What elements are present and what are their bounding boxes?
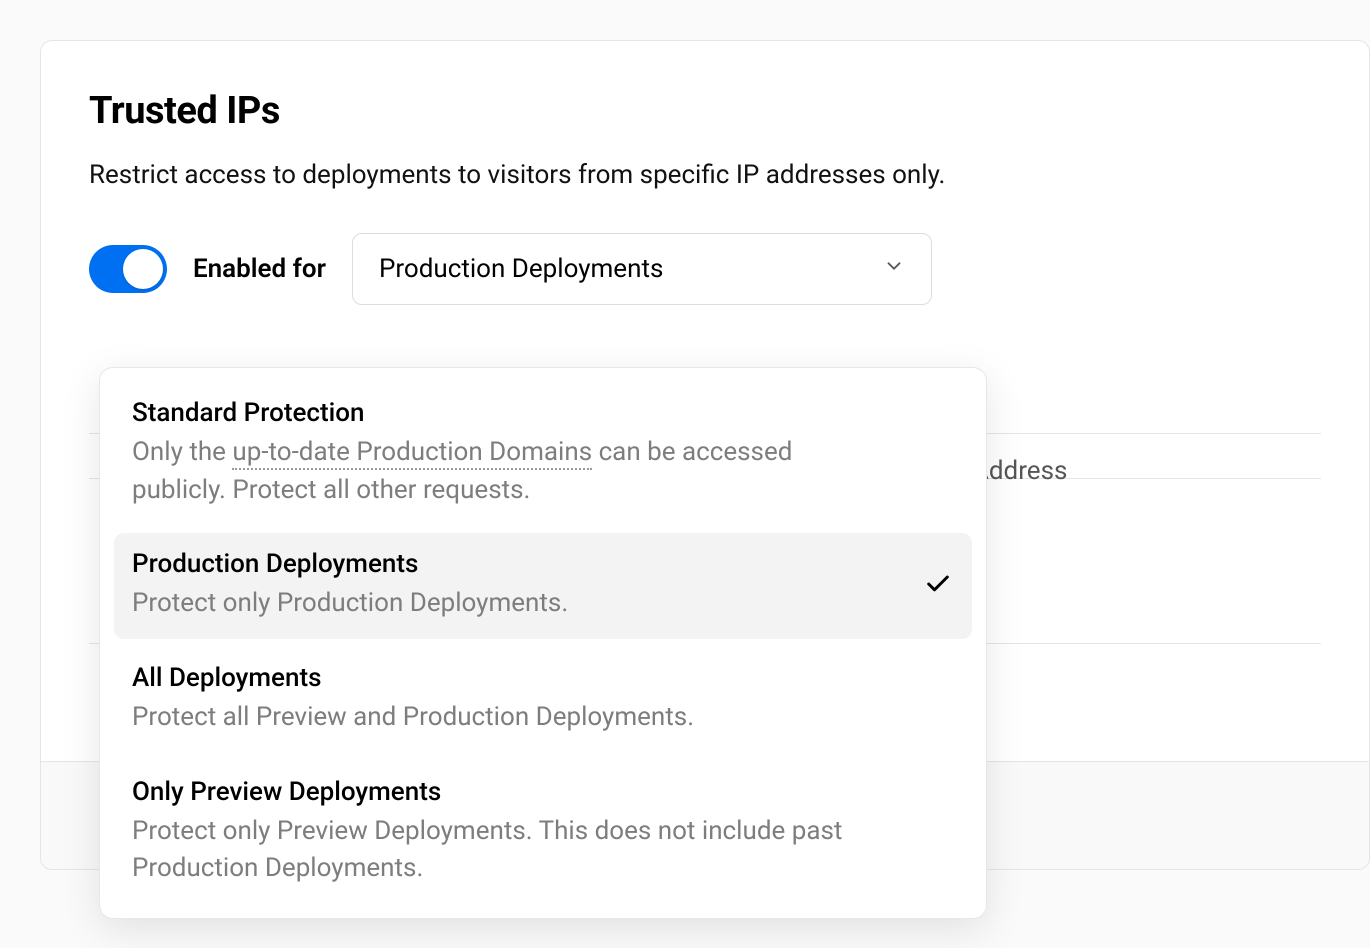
deployment-select[interactable]: Production Deployments bbox=[352, 233, 932, 305]
option-description: Protect only Preview Deployments. This d… bbox=[132, 813, 892, 888]
chevron-down-icon bbox=[883, 254, 905, 284]
option-only-preview-deployments[interactable]: Only Preview Deployments Protect only Pr… bbox=[114, 761, 972, 904]
enable-row: Enabled for Production Deployments bbox=[89, 233, 1321, 305]
option-title: Production Deployments bbox=[132, 549, 954, 579]
option-description: Only the up-to-date Production Domains c… bbox=[132, 434, 892, 509]
select-value: Production Deployments bbox=[379, 254, 663, 284]
page-title: Trusted IPs bbox=[89, 89, 1321, 133]
option-standard-protection[interactable]: Standard Protection Only the up-to-date … bbox=[114, 382, 972, 525]
option-title: All Deployments bbox=[132, 663, 954, 693]
trusted-ips-card: Trusted IPs Restrict access to deploymen… bbox=[40, 40, 1370, 870]
check-icon bbox=[924, 570, 952, 602]
enable-toggle[interactable] bbox=[89, 245, 167, 293]
page-description: Restrict access to deployments to visito… bbox=[89, 157, 1321, 193]
deployment-dropdown: Standard Protection Only the up-to-date … bbox=[99, 367, 987, 919]
toggle-knob bbox=[123, 249, 163, 289]
option-description: Protect only Production Deployments. bbox=[132, 585, 892, 623]
option-title: Standard Protection bbox=[132, 398, 954, 428]
option-title: Only Preview Deployments bbox=[132, 777, 954, 807]
option-production-deployments[interactable]: Production Deployments Protect only Prod… bbox=[114, 533, 972, 639]
option-description: Protect all Preview and Production Deplo… bbox=[132, 699, 892, 737]
link-production-domains[interactable]: up-to-date Production Domains bbox=[232, 437, 592, 470]
option-all-deployments[interactable]: All Deployments Protect all Preview and … bbox=[114, 647, 972, 753]
enable-label: Enabled for bbox=[193, 254, 326, 284]
